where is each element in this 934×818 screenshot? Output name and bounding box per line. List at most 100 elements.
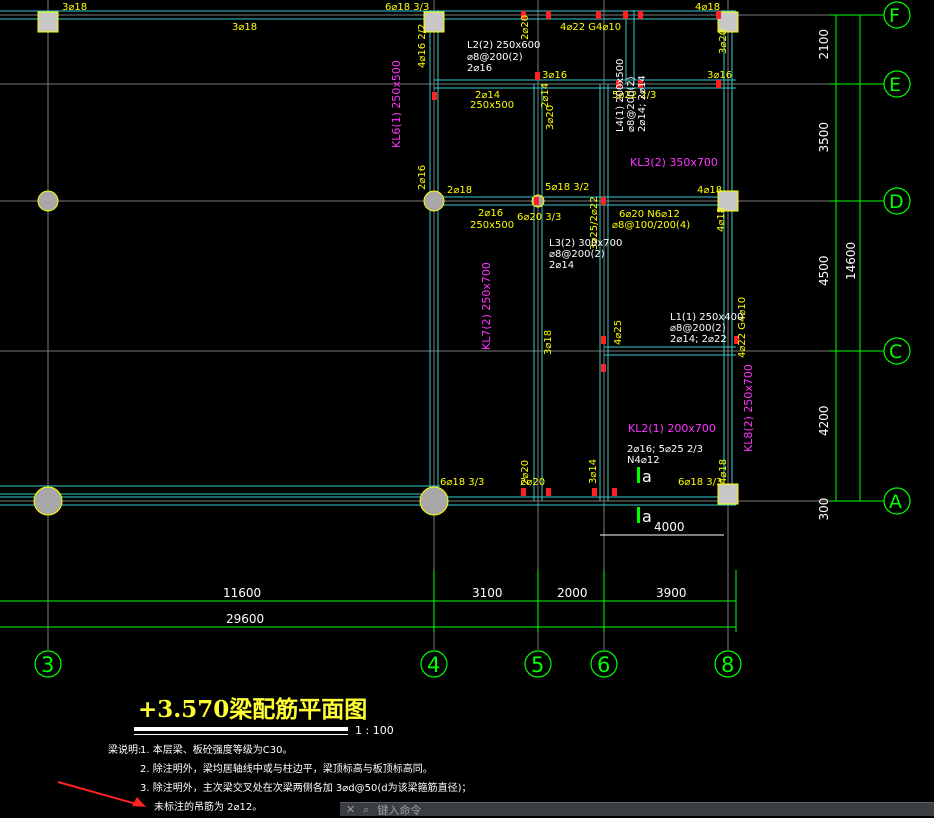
dimension-value: 300 bbox=[817, 498, 831, 521]
dimension-value: 4000 bbox=[654, 520, 685, 534]
axis-label: A bbox=[889, 491, 902, 513]
dimension-value: 2100 bbox=[817, 29, 831, 60]
axis-label: E bbox=[889, 74, 901, 96]
beam-annotation: L1(1) 250x400 bbox=[670, 312, 743, 323]
beam-annotation: 2⌀14; 2⌀22 bbox=[670, 334, 727, 345]
hanger-mark bbox=[601, 336, 606, 344]
rebar-label: 2⌀16 bbox=[417, 165, 428, 190]
hanger-mark bbox=[535, 72, 540, 80]
rebar-label: 3⌀20 bbox=[718, 29, 729, 54]
rebar-label: 5⌀18 3/2 bbox=[545, 182, 589, 193]
dimension-value: 11600 bbox=[223, 586, 261, 600]
rebar-label: 2⌀14 bbox=[540, 83, 551, 108]
drawing-title: +3.570梁配筋平面图 bbox=[138, 696, 368, 723]
dimension-value: 4500 bbox=[817, 255, 831, 286]
frame-beam-label: KL8(2) 250x700 bbox=[742, 364, 755, 452]
rebar-label: 4⌀22 G4⌀10 bbox=[560, 22, 621, 33]
frame-beam-label: KL7(2) 250x700 bbox=[480, 262, 493, 350]
frame-beam-label: KL6(1) 250x500 bbox=[390, 60, 403, 148]
rebar-label: 250x500 bbox=[470, 220, 514, 231]
axis-label: F bbox=[889, 5, 900, 27]
beam-annotation: L2(2) 250x600 bbox=[467, 40, 540, 51]
frame-beam-label: KL2(1) 200x700 bbox=[628, 422, 716, 435]
rebar-label: 3⌀20 bbox=[545, 105, 556, 130]
search-icon[interactable]: ⌕ bbox=[363, 803, 369, 817]
column-round bbox=[423, 190, 445, 212]
hanger-mark bbox=[623, 11, 628, 19]
hanger-mark bbox=[596, 11, 601, 19]
rebar-label: 3⌀18 bbox=[543, 330, 554, 355]
rebar-label: 3⌀16 bbox=[707, 70, 732, 81]
beam-annotation: L4(1) 200x500 bbox=[615, 59, 626, 132]
axis-label: 5 bbox=[531, 653, 544, 677]
rebar-label: 6⌀18 3/3 bbox=[385, 2, 429, 13]
rebar-label: 6⌀18 3/3 bbox=[678, 477, 722, 488]
rebar-label: 6⌀20 3/3 bbox=[517, 212, 561, 223]
rebar-label: 3⌀18 bbox=[232, 22, 257, 33]
hanger-mark bbox=[534, 197, 539, 205]
beam-annotation: 2⌀14; 2⌀14 bbox=[637, 75, 648, 132]
column-square bbox=[37, 11, 59, 33]
column-round bbox=[419, 486, 449, 516]
close-icon[interactable]: ✕ bbox=[346, 803, 355, 816]
rebar-label: 2⌀16 bbox=[478, 208, 503, 219]
beam-annotation: L3(2) 300x700 bbox=[549, 238, 622, 249]
rebar-label: 3⌀16 bbox=[542, 70, 567, 81]
rebar-label: 6⌀20 N6⌀12 bbox=[619, 209, 680, 220]
axis-label: 8 bbox=[721, 653, 734, 677]
rebar-label: 4⌀25 bbox=[613, 320, 624, 345]
axis-label: 3 bbox=[41, 653, 54, 677]
drawing-scale: 1 : 100 bbox=[355, 724, 394, 737]
rebar-label: ⌀8@100/200(4) bbox=[612, 220, 690, 231]
dimension-value: 3100 bbox=[472, 586, 503, 600]
axis-label: C bbox=[889, 341, 902, 363]
hanger-mark bbox=[601, 197, 606, 205]
column-round bbox=[33, 486, 63, 516]
section-mark-label: a bbox=[642, 467, 652, 486]
beam-annotation: 2⌀14 bbox=[549, 260, 574, 271]
rebar-label: 3⌀18 bbox=[62, 2, 87, 13]
title-underline-thick bbox=[134, 727, 348, 731]
beam-annotation: 2⌀16; 5⌀25 2/3 bbox=[627, 444, 703, 455]
beam-annotation: ⌀8@200(2) bbox=[670, 323, 726, 334]
section-mark-bar bbox=[637, 467, 640, 483]
rebar-label: 2⌀20 bbox=[520, 477, 545, 488]
hanger-mark bbox=[546, 488, 551, 496]
hanger-mark bbox=[592, 488, 597, 496]
section-mark-bar bbox=[637, 507, 640, 523]
rebar-label: 6⌀18 3/3 bbox=[440, 477, 484, 488]
rebar-label: 4⌀18 bbox=[695, 2, 720, 13]
command-input[interactable]: 键入命令 bbox=[377, 802, 421, 818]
note-3: 3. 除注明外，主次梁交叉处在次梁两侧各加 3⌀d@50(d为该梁箍筋直径)； bbox=[140, 783, 472, 794]
hanger-mark bbox=[521, 488, 526, 496]
note-4: 未标注的吊筋为 2⌀12。 bbox=[154, 802, 263, 813]
rebar-label: 3⌀14 bbox=[588, 459, 599, 484]
hanger-mark bbox=[432, 92, 437, 100]
dimension-value: 4200 bbox=[817, 405, 831, 436]
dimension-value: 2000 bbox=[557, 586, 588, 600]
rebar-label: 4⌀16 2/2 bbox=[417, 24, 428, 68]
axis-label: D bbox=[889, 191, 904, 213]
axis-label: 4 bbox=[427, 653, 440, 677]
rebar-label: 2⌀20 bbox=[520, 15, 531, 40]
rebar-label: 4⌀18 bbox=[718, 459, 729, 484]
beam-annotation: 2⌀16 bbox=[467, 63, 492, 74]
notes-label: 梁说明: bbox=[108, 745, 142, 756]
hanger-mark bbox=[638, 11, 643, 19]
dimension-total: 29600 bbox=[226, 612, 264, 626]
beam-annotation: ⌀8@200(2) bbox=[549, 249, 605, 260]
rebar-label: 250x500 bbox=[470, 100, 514, 111]
dimension-total: 14600 bbox=[844, 242, 858, 280]
beam-annotation: ⌀8@200(2) bbox=[626, 76, 637, 132]
rebar-label: 4⌀18 bbox=[697, 185, 722, 196]
dimension-value: 3900 bbox=[656, 586, 687, 600]
section-mark-label: a bbox=[642, 507, 652, 526]
dimension-value: 3500 bbox=[817, 122, 831, 153]
note-1: 1. 本层梁、板砼强度等级为C30。 bbox=[140, 745, 293, 756]
hanger-mark bbox=[546, 11, 551, 19]
command-bar[interactable]: ✕ ⌕ 键入命令 bbox=[340, 802, 934, 818]
axis-label: 6 bbox=[597, 653, 610, 677]
hanger-mark bbox=[601, 364, 606, 372]
rebar-label: 4⌀18 bbox=[716, 207, 727, 232]
hanger-mark bbox=[716, 80, 721, 88]
